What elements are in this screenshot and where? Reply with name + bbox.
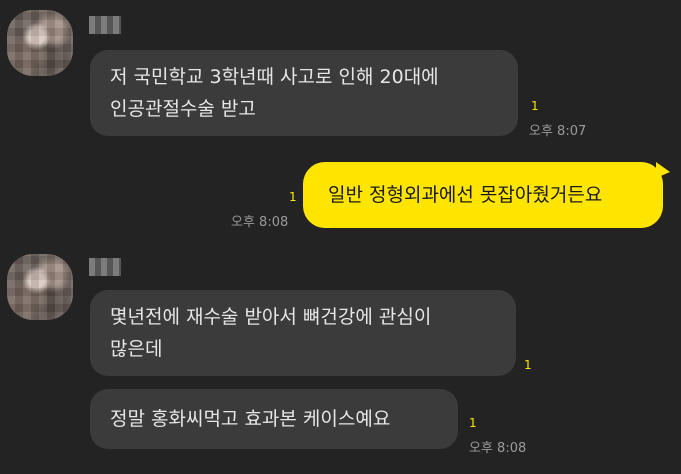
unread-count: 1 (289, 190, 297, 204)
message-timestamp: 오후 8:08 (231, 215, 289, 230)
message-text-line: 몇년전에 재수술 받아서 뼈건강에 관심이 (110, 306, 432, 328)
sender-avatar[interactable] (7, 254, 73, 320)
message-bubble-received[interactable]: 몇년전에 재수술 받아서 뼈건강에 관심이 많은데 (90, 290, 516, 376)
message-timestamp: 오후 8:08 (469, 441, 527, 456)
message-bubble-received[interactable]: 정말 홍화씨먹고 효과본 케이스예요 (90, 389, 458, 449)
message-text-line: 많은데 (110, 338, 163, 360)
unread-count: 1 (469, 416, 477, 430)
sender-name-blurred (89, 258, 121, 276)
message-timestamp: 오후 8:07 (529, 124, 587, 139)
message-text-line: 인공관절수술 받고 (110, 98, 256, 120)
unread-count: 1 (531, 99, 539, 113)
message-text-line: 저 국민학교 3학년때 사고로 인해 20대에 (110, 66, 439, 88)
message-text-line: 정말 홍화씨먹고 효과본 케이스예요 (110, 408, 391, 430)
message-text-line: 일반 정형외과에선 못잡아줬거든요 (328, 184, 603, 206)
sender-name-blurred (89, 16, 121, 34)
sender-avatar[interactable] (7, 10, 73, 76)
message-bubble-sent[interactable]: 일반 정형외과에선 못잡아줬거든요 (303, 162, 663, 228)
message-bubble-received[interactable]: 저 국민학교 3학년때 사고로 인해 20대에 인공관절수술 받고 (90, 50, 518, 136)
unread-count: 1 (524, 358, 532, 372)
sent-bubble-tail (656, 162, 670, 178)
